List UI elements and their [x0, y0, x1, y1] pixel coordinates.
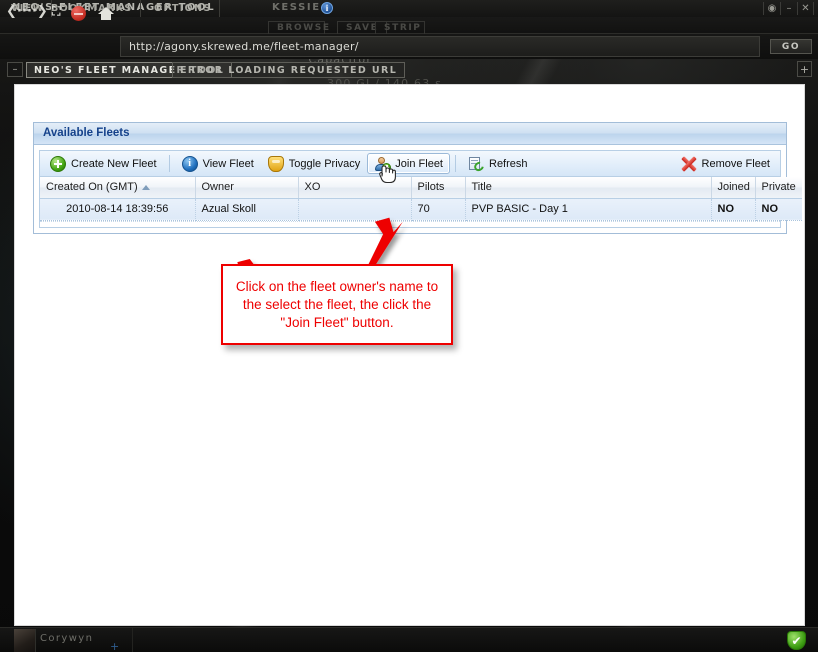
url-bar[interactable]: http://agony.skrewed.me/fleet-manager/: [120, 36, 760, 57]
menu-item-options[interactable]: OPTIONS: [147, 0, 220, 17]
home-icon[interactable]: [98, 5, 114, 21]
toolbar-separator: [168, 155, 170, 172]
go-button[interactable]: GO: [770, 39, 812, 54]
info-icon[interactable]: i: [321, 2, 333, 14]
toggle-privacy-button[interactable]: Toggle Privacy: [261, 153, 368, 174]
cell-xo[interactable]: [298, 197, 412, 221]
toolbar-separator-2: [455, 155, 456, 172]
cell-pilots[interactable]: 70: [411, 197, 466, 221]
info-circle-icon: i: [181, 155, 198, 172]
cell-owner[interactable]: Azual Skoll: [195, 197, 299, 221]
view-fleet-label: View Fleet: [202, 157, 254, 170]
annotation-callout: Click on the fleet owner's name to the s…: [221, 264, 453, 345]
column-header-joined[interactable]: Joined: [711, 177, 756, 199]
strip-button[interactable]: STRIP: [375, 21, 425, 35]
column-header-created-on[interactable]: Created On (GMT): [40, 177, 196, 199]
screen-root: navigation ⌃Capacitor 300 GJ / 140.63 s …: [0, 0, 818, 652]
join-fleet-label: Join Fleet: [395, 157, 443, 170]
cell-title[interactable]: PVP BASIC - Day 1: [465, 197, 712, 221]
plus-circle-icon: [50, 155, 66, 172]
table-header-row: Created On (GMT) Owner XO Pilots Title J…: [40, 177, 802, 199]
back-arrow-icon[interactable]: ❮··: [6, 4, 27, 21]
available-fleets-panel: Available Fleets Create New Fleet i View: [33, 122, 802, 234]
collapse-tabs-button[interactable]: –: [7, 62, 23, 77]
browser-window: NEO'S FLEET MANAGER TOOL KESSIE I i ◉ – …: [0, 0, 818, 652]
select-region-icon[interactable]: ⛶: [52, 4, 60, 21]
green-check-icon[interactable]: [787, 631, 806, 650]
shield-icon: [267, 155, 284, 172]
cell-created-on[interactable]: 2010-08-14 18:39:56: [40, 197, 196, 221]
panel-title: Available Fleets: [34, 123, 786, 145]
panel-body: Create New Fleet i View Fleet Toggle Pri…: [34, 145, 802, 233]
toggle-privacy-label: Toggle Privacy: [288, 157, 361, 170]
refresh-button[interactable]: Refresh: [461, 153, 535, 174]
fleets-table: Created On (GMT) Owner XO Pilots Title J…: [40, 177, 802, 221]
refresh-icon: [468, 156, 486, 173]
character-name: Corywyn: [40, 633, 94, 644]
window-controls: ◉ – ✕: [763, 2, 814, 15]
column-header-pilots[interactable]: Pilots: [411, 177, 466, 199]
close-button[interactable]: ✕: [797, 2, 814, 15]
grid-container: Create New Fleet i View Fleet Toggle Pri…: [39, 150, 802, 228]
column-header-owner[interactable]: Owner: [195, 177, 299, 199]
column-header-title[interactable]: Title: [465, 177, 712, 199]
cell-joined[interactable]: NO: [711, 197, 756, 221]
sort-asc-icon: [141, 184, 150, 190]
annotation-text: Click on the fleet owner's name to the s…: [235, 278, 439, 330]
add-button[interactable]: +: [110, 640, 119, 652]
remove-fleet-label: Remove Fleet: [701, 157, 770, 170]
create-new-fleet-button[interactable]: Create New Fleet: [43, 153, 164, 174]
fleet-toolbar: Create New Fleet i View Fleet Toggle Pri…: [40, 151, 780, 177]
column-header-private[interactable]: Private: [755, 177, 802, 199]
refresh-label: Refresh: [489, 157, 528, 170]
url-input[interactable]: http://agony.skrewed.me/fleet-manager/: [129, 40, 359, 53]
mouse-cursor: [379, 165, 396, 184]
page-canvas: Available Fleets Create New Fleet i View: [14, 84, 805, 626]
create-new-fleet-label: Create New Fleet: [71, 157, 157, 170]
table-row[interactable]: 2010-08-14 18:39:56 Azual Skoll 70 PVP B…: [40, 197, 802, 221]
tab-error-loading[interactable]: ERROR LOADING REQUESTED URL: [172, 62, 406, 78]
red-x-icon: [681, 156, 697, 172]
stop-icon[interactable]: [71, 6, 86, 21]
status-separator: [132, 628, 133, 652]
forward-arrow-icon[interactable]: ··❯: [27, 4, 48, 21]
remove-fleet-button[interactable]: Remove Fleet: [674, 153, 777, 174]
status-bar: Corywyn +: [0, 627, 818, 652]
view-fleet-button[interactable]: i View Fleet: [175, 153, 261, 174]
settings-button[interactable]: ◉: [763, 2, 780, 15]
browse-button[interactable]: BROWSE: [268, 21, 329, 35]
minimize-button[interactable]: –: [780, 2, 797, 15]
grid-empty-area: [40, 220, 780, 227]
new-tab-button[interactable]: +: [797, 61, 812, 77]
cell-private[interactable]: NO: [755, 197, 802, 221]
avatar[interactable]: [14, 629, 36, 652]
